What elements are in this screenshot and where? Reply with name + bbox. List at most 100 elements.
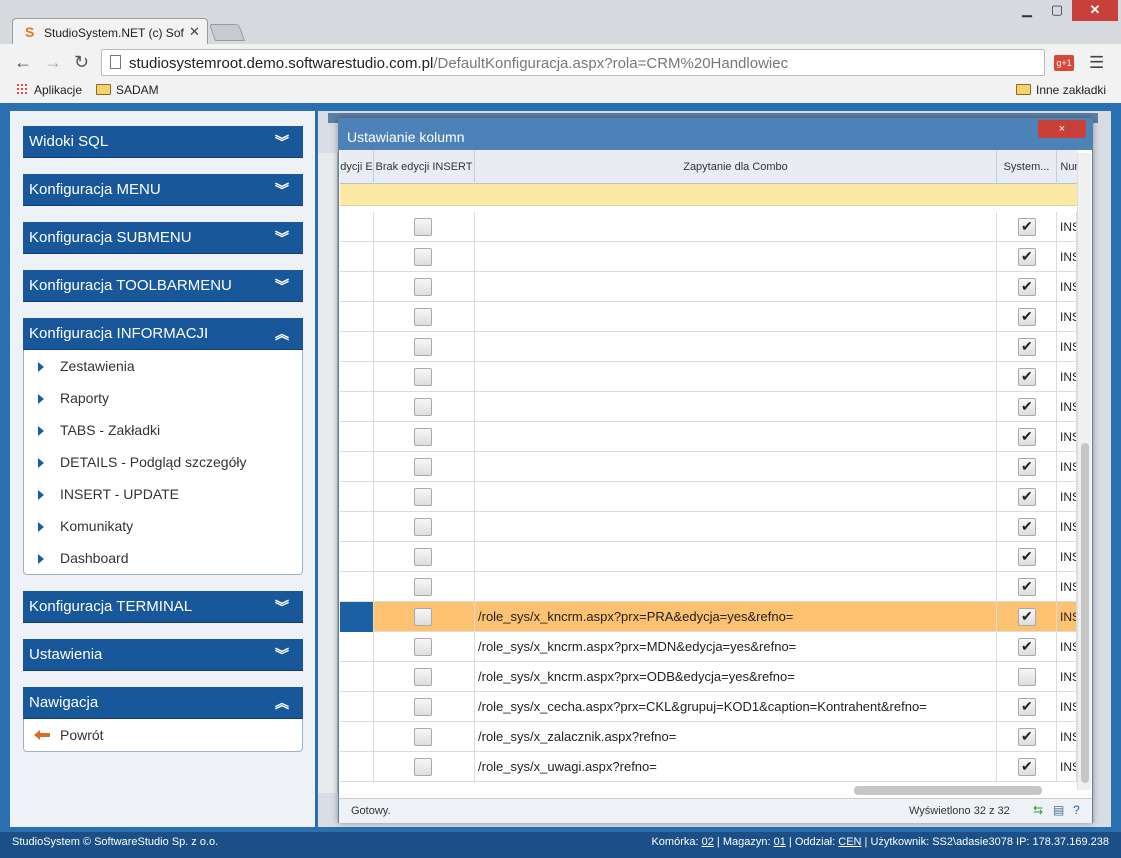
brak-edycji-checkbox[interactable] <box>414 368 432 386</box>
magazyn-link[interactable]: 01 <box>774 836 786 848</box>
num-cell[interactable]: INS <box>1057 692 1077 722</box>
zapytanie-cell[interactable]: /role_sys/x_kncrm.aspx?prx=MDN&edycja=ye… <box>475 632 997 662</box>
row-selector-cell[interactable] <box>340 572 374 602</box>
system-checkbox[interactable] <box>1018 758 1036 776</box>
zapytanie-cell[interactable] <box>475 302 997 332</box>
row-selector-cell[interactable] <box>340 422 374 452</box>
num-cell[interactable]: INS <box>1057 452 1077 482</box>
dialog-close-button[interactable]: × <box>1038 120 1086 138</box>
zapytanie-cell[interactable] <box>475 242 997 272</box>
num-cell[interactable]: INS <box>1057 722 1077 752</box>
system-checkbox[interactable] <box>1018 518 1036 536</box>
num-cell[interactable]: INS <box>1057 302 1077 332</box>
horizontal-scrollbar[interactable] <box>854 786 1042 795</box>
row-selector-cell[interactable] <box>340 602 374 632</box>
table-row[interactable]: INS <box>340 452 1077 482</box>
accordion-konfiguracja-terminal[interactable]: Konfiguracja TERMINAL ︾ <box>23 591 303 623</box>
brak-edycji-checkbox[interactable] <box>414 728 432 746</box>
menu-item-komunikaty[interactable]: Komunikaty <box>24 510 302 542</box>
row-selector-cell[interactable] <box>340 362 374 392</box>
brak-edycji-checkbox[interactable] <box>414 638 432 656</box>
zapytanie-cell[interactable] <box>475 362 997 392</box>
zapytanie-cell[interactable] <box>475 482 997 512</box>
system-checkbox[interactable] <box>1018 548 1036 566</box>
brak-edycji-checkbox[interactable] <box>414 488 432 506</box>
brak-edycji-checkbox[interactable] <box>414 698 432 716</box>
table-row[interactable]: /role_sys/x_zalacznik.aspx?refno= INS <box>340 722 1077 752</box>
system-checkbox[interactable] <box>1018 338 1036 356</box>
table-row[interactable]: /role_sys/x_uwagi.aspx?refno= INS <box>340 752 1077 782</box>
table-row[interactable]: /role_sys/x_kncrm.aspx?prx=MDN&edycja=ye… <box>340 632 1077 662</box>
system-checkbox[interactable] <box>1018 368 1036 386</box>
row-selector-cell[interactable] <box>340 242 374 272</box>
table-row[interactable]: INS <box>340 542 1077 572</box>
system-checkbox[interactable] <box>1018 668 1036 686</box>
zapytanie-cell[interactable] <box>475 212 997 242</box>
num-cell[interactable]: INS <box>1057 212 1077 242</box>
zapytanie-cell[interactable]: /role_sys/x_zalacznik.aspx?refno= <box>475 722 997 752</box>
table-row[interactable]: INS <box>340 272 1077 302</box>
komorka-link[interactable]: 02 <box>702 836 714 848</box>
brak-edycji-checkbox[interactable] <box>414 578 432 596</box>
menu-item-tabs[interactable]: TABS - Zakładki <box>24 414 302 446</box>
table-row[interactable]: INS <box>340 572 1077 602</box>
address-bar[interactable]: studiosystemroot.demo.softwarestudio.com… <box>101 49 1045 76</box>
accordion-konfiguracja-submenu[interactable]: Konfiguracja SUBMENU ︾ <box>23 222 303 254</box>
table-row[interactable]: /role_sys/x_kncrm.aspx?prx=PRA&edycja=ye… <box>340 602 1077 632</box>
brak-edycji-checkbox[interactable] <box>414 668 432 686</box>
num-cell[interactable]: INS <box>1057 572 1077 602</box>
system-checkbox[interactable] <box>1018 218 1036 236</box>
table-row[interactable]: INS <box>340 302 1077 332</box>
system-checkbox[interactable] <box>1018 278 1036 296</box>
gplus-icon[interactable]: g+1 <box>1054 55 1074 71</box>
system-checkbox[interactable] <box>1018 578 1036 596</box>
window-close-button[interactable]: ✕ <box>1072 0 1118 21</box>
row-selector-cell[interactable] <box>340 662 374 692</box>
num-cell[interactable]: INS <box>1057 512 1077 542</box>
accordion-header[interactable]: Konfiguracja TOOLBARMENU ︾ <box>23 270 303 302</box>
vertical-scrollbar[interactable] <box>1077 153 1091 790</box>
brak-edycji-checkbox[interactable] <box>414 218 432 236</box>
zapytanie-cell[interactable] <box>475 332 997 362</box>
bookmark-sadam[interactable]: SADAM <box>96 83 159 97</box>
accordion-header[interactable]: Widoki SQL ︾ <box>23 126 303 158</box>
system-checkbox[interactable] <box>1018 428 1036 446</box>
table-row[interactable]: INS <box>340 392 1077 422</box>
back-arrow-icon[interactable]: ← <box>14 52 32 72</box>
menu-item-zestawienia[interactable]: Zestawienia <box>24 350 302 382</box>
table-row[interactable]: INS <box>340 212 1077 242</box>
row-selector-cell[interactable] <box>340 272 374 302</box>
accordion-header[interactable]: Ustawienia ︾ <box>23 639 303 671</box>
table-row[interactable]: INS <box>340 482 1077 512</box>
num-cell[interactable]: INS <box>1057 242 1077 272</box>
menu-item-dashboard[interactable]: Dashboard <box>24 542 302 574</box>
num-cell[interactable]: INS <box>1057 362 1077 392</box>
system-checkbox[interactable] <box>1018 698 1036 716</box>
accordion-konfiguracja-menu[interactable]: Konfiguracja MENU ︾ <box>23 174 303 206</box>
system-checkbox[interactable] <box>1018 608 1036 626</box>
num-cell[interactable]: INS <box>1057 272 1077 302</box>
filter-row[interactable] <box>340 184 1077 206</box>
oddzial-link[interactable]: CEN <box>838 836 861 848</box>
maximize-button[interactable]: ▢ <box>1044 0 1070 21</box>
accordion-nawigacja[interactable]: Nawigacja ︽ Powrót <box>23 687 303 752</box>
table-row[interactable]: /role_sys/x_kncrm.aspx?prx=ODB&edycja=ye… <box>340 662 1077 692</box>
brak-edycji-checkbox[interactable] <box>414 398 432 416</box>
brak-edycji-checkbox[interactable] <box>414 338 432 356</box>
num-cell[interactable]: INS <box>1057 632 1077 662</box>
accordion-konfiguracja-toolbarmenu[interactable]: Konfiguracja TOOLBARMENU ︾ <box>23 270 303 302</box>
table-row[interactable]: /role_sys/x_cecha.aspx?prx=CKL&grupuj=KO… <box>340 692 1077 722</box>
table-row[interactable]: INS <box>340 242 1077 272</box>
system-checkbox[interactable] <box>1018 458 1036 476</box>
brak-edycji-checkbox[interactable] <box>414 518 432 536</box>
export-icon[interactable]: ▤ <box>1053 803 1064 817</box>
row-selector-cell[interactable] <box>340 302 374 332</box>
tab-close-icon[interactable]: ✕ <box>189 24 200 40</box>
row-selector-cell[interactable] <box>340 752 374 782</box>
row-selector-cell[interactable] <box>340 692 374 722</box>
zapytanie-cell[interactable]: /role_sys/x_uwagi.aspx?refno= <box>475 752 997 782</box>
num-cell[interactable]: INS <box>1057 542 1077 572</box>
num-cell[interactable]: INS <box>1057 392 1077 422</box>
brak-edycji-checkbox[interactable] <box>414 548 432 566</box>
brak-edycji-checkbox[interactable] <box>414 608 432 626</box>
